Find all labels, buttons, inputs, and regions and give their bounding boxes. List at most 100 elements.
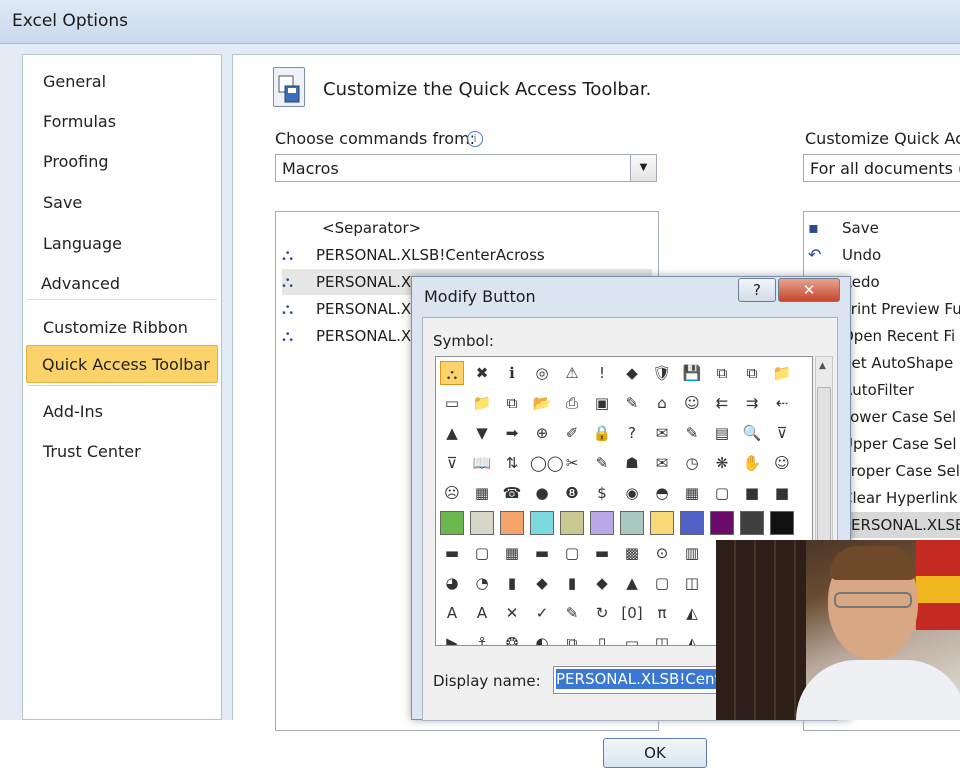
symbol-cell[interactable]: [0] [620,601,644,625]
symbol-cell[interactable]: ▲ [440,421,464,445]
symbol-cell[interactable]: ▬ [440,541,464,565]
symbol-cell[interactable]: ☎ [500,481,524,505]
symbol-cell[interactable]: ℹ [500,361,524,385]
symbol-cell[interactable]: A [440,601,464,625]
symbol-cell[interactable]: ● [530,481,554,505]
symbol-cell[interactable]: ◉ [620,481,644,505]
symbol-cell[interactable]: ⇠ [770,391,794,415]
symbol-cell[interactable]: ✐ [560,421,584,445]
symbol-cell[interactable]: 📁 [770,361,794,385]
symbol-cell[interactable]: ▬ [590,541,614,565]
symbol-cell[interactable]: ⛬ [440,361,464,385]
symbol-cell[interactable]: ⌂ [650,391,674,415]
symbol-cell[interactable] [500,511,524,535]
symbol-cell[interactable]: ▼ [470,421,494,445]
symbol-cell[interactable]: ⧉ [710,361,734,385]
symbol-cell[interactable]: ◕ [440,571,464,595]
sidebar-item-quick-access-toolbar[interactable]: Quick Access Toolbar [26,345,218,383]
scroll-thumb[interactable] [817,387,831,547]
symbol-cell[interactable]: ▢ [710,481,734,505]
symbol-cell[interactable] [590,511,614,535]
symbol-cell[interactable]: ◫ [680,571,704,595]
list-item[interactable]: <Separator> [282,215,652,241]
symbol-cell[interactable]: ⊽ [770,421,794,445]
symbol-cell[interactable]: ◆ [590,571,614,595]
sidebar-item-customize-ribbon[interactable]: Customize Ribbon [27,309,217,347]
sidebar-item-add-ins[interactable]: Add-Ins [27,393,217,431]
symbol-cell[interactable]: ▶ [440,631,464,645]
symbol-cell[interactable]: ☗ [620,451,644,475]
symbol-cell[interactable]: ☺ [770,451,794,475]
symbol-cell[interactable]: ▬ [530,541,554,565]
symbol-cell[interactable]: ↻ [590,601,614,625]
sidebar-item-language[interactable]: Language [27,225,217,263]
list-item[interactable]: ↶ Undo [808,242,960,268]
symbol-cell[interactable]: ◐ [530,631,554,645]
symbol-cell[interactable]: ✕ [500,601,524,625]
symbol-cell[interactable]: ✋ [740,451,764,475]
symbol-cell[interactable] [770,511,794,535]
sidebar-item-formulas[interactable]: Formulas [27,103,217,141]
symbol-cell[interactable]: ✎ [620,391,644,415]
symbol-cell[interactable]: ◫ [650,631,674,645]
symbol-cell[interactable]: ▦ [500,541,524,565]
symbol-cell[interactable]: ◆ [620,361,644,385]
symbol-cell[interactable]: ■ [740,481,764,505]
symbol-cell[interactable]: ▲ [620,571,644,595]
symbol-cell[interactable]: ✓ [530,601,554,625]
close-button[interactable]: ✕ [778,278,840,302]
symbol-cell[interactable]: ✎ [590,451,614,475]
symbol-cell[interactable] [470,511,494,535]
symbol-cell[interactable]: ▣ [590,391,614,415]
symbol-cell[interactable]: ▢ [470,541,494,565]
help-button[interactable]: ? [738,278,776,302]
symbol-cell[interactable]: ⧉ [500,391,524,415]
symbol-cell[interactable]: 📂 [530,391,554,415]
symbol-cell[interactable]: ❽ [560,481,584,505]
symbol-cell[interactable]: ☹ [440,481,464,505]
symbol-cell[interactable]: ▮ [500,571,524,595]
symbol-cell[interactable]: ◭ [680,631,704,645]
symbol-cell[interactable]: 🔒 [590,421,614,445]
symbol-cell[interactable] [650,511,674,535]
symbol-cell[interactable]: ▤ [710,421,734,445]
sidebar-item-trust-center[interactable]: Trust Center [27,433,217,471]
scroll-up-icon[interactable]: ▲ [819,361,826,371]
symbol-cell[interactable]: ⇇ [710,391,734,415]
symbol-cell[interactable] [680,511,704,535]
symbol-cell[interactable] [740,511,764,535]
chevron-down-icon[interactable]: ▼ [630,155,656,181]
choose-commands-dropdown[interactable]: Macros ▼ [275,154,657,182]
symbol-cell[interactable]: ▦ [680,481,704,505]
ok-button[interactable]: OK [603,738,707,768]
symbol-cell[interactable]: ☺ [680,391,704,415]
sidebar-item-advanced[interactable]: Advanced [27,265,217,303]
symbol-cell[interactable]: ✖ [470,361,494,385]
symbol-cell[interactable]: ⚠ [560,361,584,385]
symbol-cell[interactable]: ⊕ [530,421,554,445]
sidebar-item-proofing[interactable]: Proofing [27,143,217,181]
symbol-cell[interactable]: ✉ [650,421,674,445]
customize-toolbar-dropdown[interactable]: For all documents (d [803,154,960,182]
list-item[interactable]: ⛬ PERSONAL.XLSB!CenterAcross [282,242,652,268]
symbol-cell[interactable]: 🛡 [650,361,674,385]
symbol-cell[interactable]: ⊽ [440,451,464,475]
symbol-cell[interactable] [560,511,584,535]
symbol-cell[interactable]: ◆ [530,571,554,595]
symbol-cell[interactable]: ⎙ [560,391,584,415]
symbol-cell[interactable] [710,511,734,535]
symbol-cell[interactable]: ▩ [620,541,644,565]
symbol-cell[interactable]: 📁 [470,391,494,415]
symbol-cell[interactable]: ⇉ [740,391,764,415]
symbol-cell[interactable]: ⇅ [500,451,524,475]
symbol-cell[interactable]: ◭ [680,601,704,625]
sidebar-item-general[interactable]: General [27,63,217,101]
sidebar-item-save[interactable]: Save [27,184,217,222]
symbol-cell[interactable]: ⧉ [740,361,764,385]
symbol-cell[interactable]: ✎ [680,421,704,445]
symbol-cell[interactable]: ? [620,421,644,445]
symbol-cell[interactable]: ⊙ [650,541,674,565]
symbol-cell[interactable]: ❋ [710,451,734,475]
symbol-cell[interactable] [440,511,464,535]
symbol-cell[interactable]: $ [590,481,614,505]
